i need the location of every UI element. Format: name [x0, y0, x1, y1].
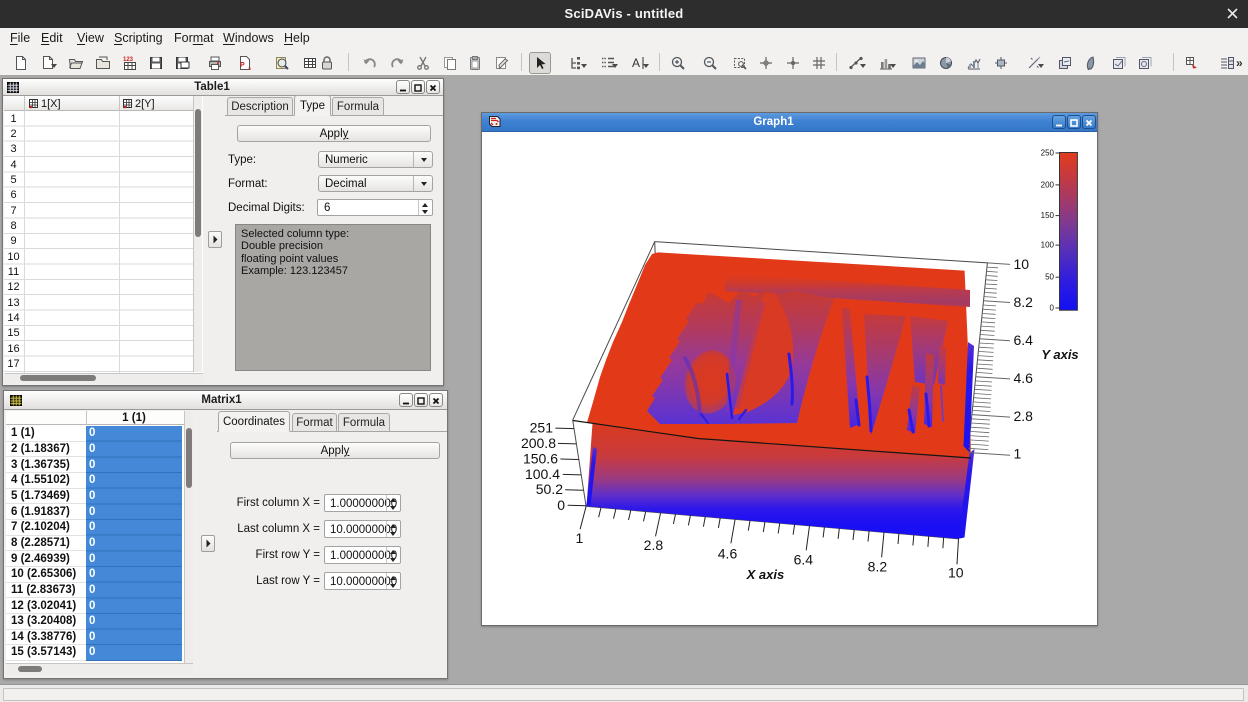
svg-text:4.6: 4.6 — [718, 546, 738, 562]
svg-text:4.6: 4.6 — [1014, 370, 1034, 386]
svg-text:A: A — [632, 56, 640, 70]
svg-text:Y axis: Y axis — [1041, 347, 1078, 362]
svg-text:50: 50 — [1045, 273, 1054, 282]
svg-text:1: 1 — [576, 530, 584, 546]
svg-text:200: 200 — [1041, 180, 1055, 189]
svg-text:P: P — [240, 62, 245, 69]
svg-text:50.2: 50.2 — [536, 481, 563, 497]
svg-text:2.8: 2.8 — [644, 537, 664, 553]
svg-text:100.4: 100.4 — [525, 466, 560, 482]
svg-text:10: 10 — [948, 565, 964, 581]
svg-text:0: 0 — [557, 497, 565, 513]
svg-text:10: 10 — [1014, 256, 1030, 272]
svg-text:6.4: 6.4 — [1014, 332, 1034, 348]
svg-text:1: 1 — [1014, 446, 1022, 462]
svg-text:250: 250 — [1041, 149, 1055, 158]
svg-text:251: 251 — [530, 420, 554, 436]
svg-text:8.2: 8.2 — [1014, 294, 1034, 310]
svg-text:X axis: X axis — [746, 567, 785, 582]
svg-text:0: 0 — [1050, 304, 1055, 313]
svg-text:200.8: 200.8 — [521, 435, 556, 451]
svg-text:150: 150 — [1041, 211, 1055, 220]
svg-text:150.6: 150.6 — [523, 451, 558, 467]
svg-text:6.4: 6.4 — [794, 552, 814, 568]
svg-text:100: 100 — [1041, 241, 1055, 250]
svg-text:8.2: 8.2 — [868, 559, 888, 575]
svg-text:2.8: 2.8 — [1014, 408, 1034, 424]
